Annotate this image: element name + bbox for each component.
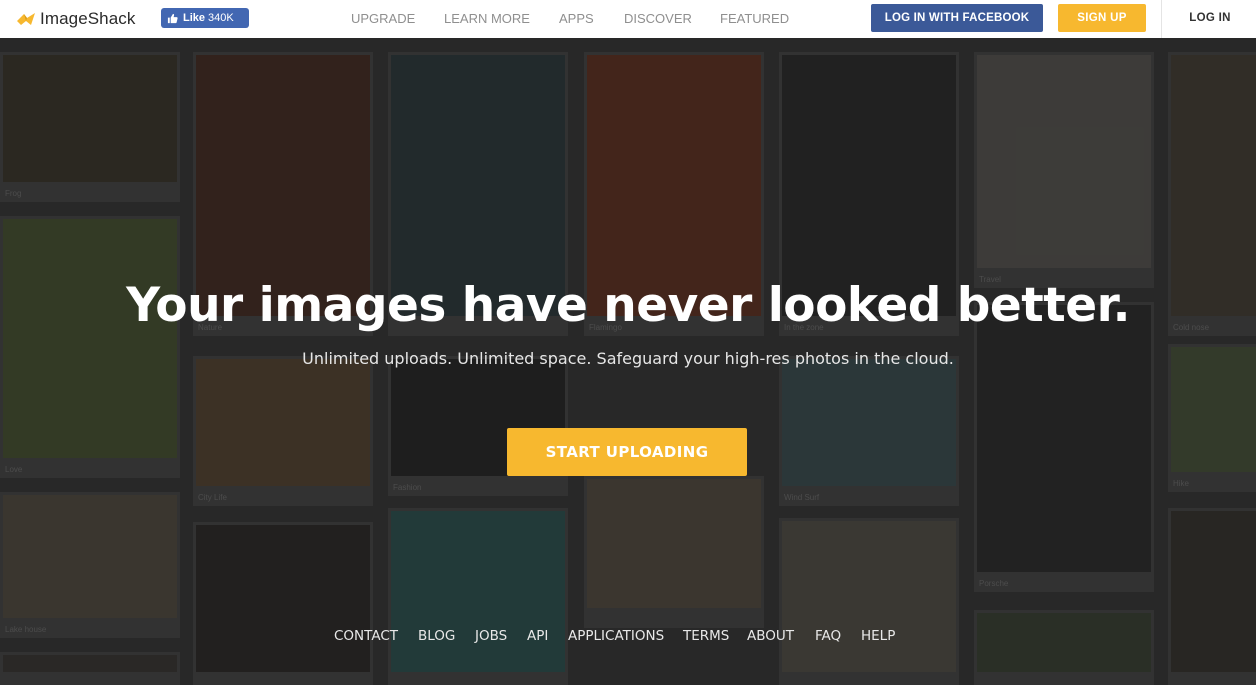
hero-title: Your images have never looked better. bbox=[126, 278, 1130, 333]
imageshack-logo[interactable]: ImageShack bbox=[16, 8, 136, 30]
footer-api[interactable]: API bbox=[527, 628, 548, 644]
log-in-button[interactable]: LOG IN bbox=[1180, 12, 1240, 24]
top-navigation-bar: ImageShack Like 340K UPGRADE LEARN MORE … bbox=[0, 0, 1256, 38]
sign-up-button[interactable]: SIGN UP bbox=[1058, 4, 1146, 32]
imageshack-logo-icon bbox=[17, 13, 35, 25]
nav-discover[interactable]: DISCOVER bbox=[624, 11, 692, 26]
facebook-like-label: Like bbox=[183, 12, 206, 24]
facebook-like-button[interactable]: Like 340K bbox=[161, 8, 249, 28]
nav-upgrade[interactable]: UPGRADE bbox=[351, 11, 415, 26]
footer-contact[interactable]: CONTACT bbox=[334, 628, 398, 644]
hero-subtitle: Unlimited uploads. Unlimited space. Safe… bbox=[302, 349, 954, 368]
facebook-like-count: 340K bbox=[208, 12, 234, 24]
nav-divider bbox=[1161, 0, 1162, 38]
footer-jobs[interactable]: JOBS bbox=[475, 628, 507, 644]
start-uploading-button[interactable]: START UPLOADING bbox=[507, 428, 747, 476]
footer-faq[interactable]: FAQ bbox=[815, 628, 841, 644]
logo-text: ImageShack bbox=[40, 9, 136, 28]
footer-applications[interactable]: APPLICATIONS bbox=[568, 628, 664, 644]
footer-blog[interactable]: BLOG bbox=[418, 628, 455, 644]
footer-links: CONTACT BLOG JOBS API APPLICATIONS TERMS… bbox=[0, 628, 1256, 648]
nav-apps[interactable]: APPS bbox=[559, 11, 594, 26]
footer-help[interactable]: HELP bbox=[861, 628, 895, 644]
nav-featured[interactable]: FEATURED bbox=[720, 11, 789, 26]
nav-learn-more[interactable]: LEARN MORE bbox=[444, 11, 530, 26]
login-with-facebook-button[interactable]: LOG IN WITH FACEBOOK bbox=[871, 4, 1043, 32]
thumbs-up-icon bbox=[167, 13, 178, 23]
footer-about[interactable]: ABOUT bbox=[747, 628, 794, 644]
footer-terms[interactable]: TERMS bbox=[683, 628, 729, 644]
